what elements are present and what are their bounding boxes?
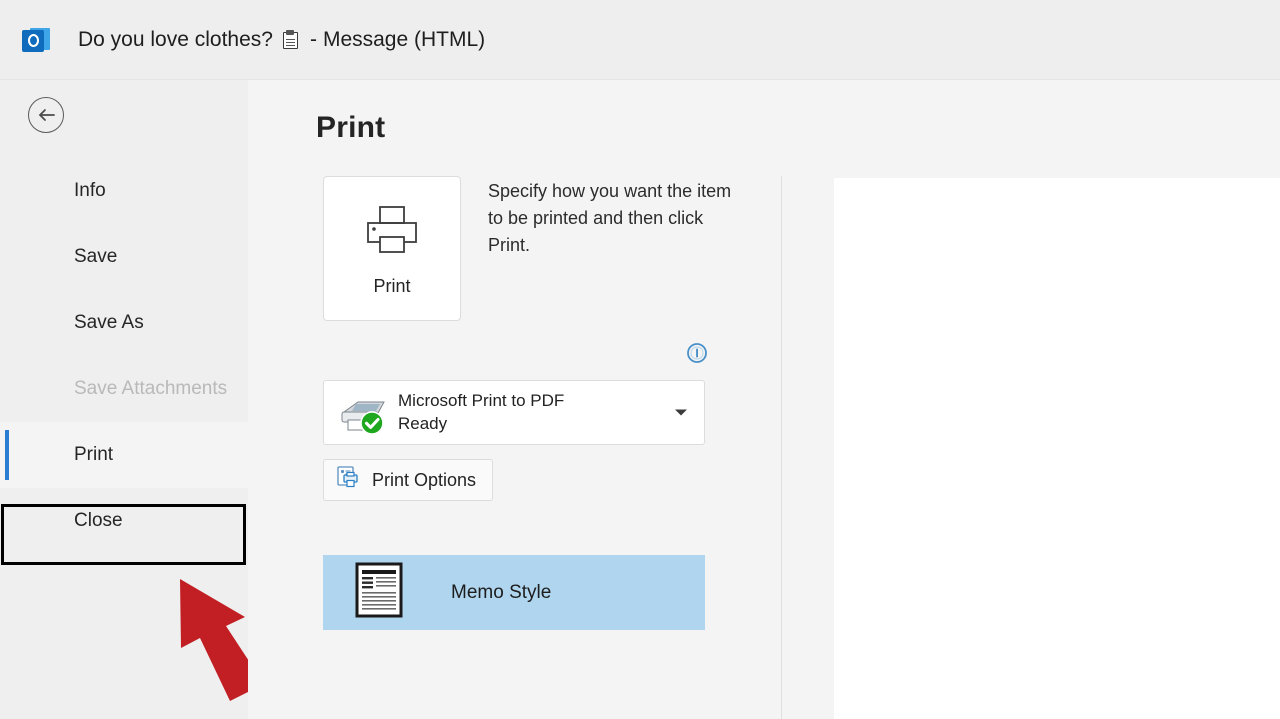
- print-preview-page: [834, 178, 1280, 719]
- printer-select[interactable]: Microsoft Print to PDF Ready: [323, 380, 705, 445]
- print-button[interactable]: Print: [323, 176, 461, 321]
- printer-ready-icon: [336, 390, 394, 436]
- printer-icon: [360, 201, 424, 262]
- back-arrow-icon[interactable]: [28, 97, 64, 133]
- window-title-subject: Do you love clothes?: [78, 27, 273, 51]
- sidebar-item-label: Save Attachments: [74, 378, 228, 399]
- page-title: Print: [316, 111, 386, 144]
- sidebar-item-label: Close: [74, 510, 123, 531]
- sidebar-item-save[interactable]: Save: [0, 224, 248, 290]
- sidebar-item-save-attachments: Save Attachments: [0, 356, 248, 422]
- window-title: Do you love clothes? - Message (HTML): [78, 28, 485, 52]
- sidebar-item-label: Print: [74, 444, 114, 465]
- sidebar-item-close[interactable]: Close: [0, 488, 248, 554]
- settings-item-label: Memo Style: [451, 581, 552, 603]
- outlook-backstage-print-screen: Do you love clothes? - Message (HTML) In…: [0, 0, 1280, 719]
- sidebar-item-print[interactable]: Print: [0, 422, 248, 488]
- clipboard-icon: [281, 29, 300, 50]
- sidebar-item-label: Save: [74, 246, 118, 267]
- panel-divider: [781, 176, 782, 719]
- printer-name: Microsoft Print to PDF: [398, 391, 565, 410]
- print-panel: Print Print Specify how you want the ite…: [248, 80, 1280, 719]
- chevron-down-icon[interactable]: [674, 404, 688, 422]
- settings-item-memo-style[interactable]: Memo Style: [323, 555, 705, 630]
- backstage-nav: Info Save Save As Save Attachments Print…: [0, 158, 248, 554]
- info-icon[interactable]: [686, 342, 708, 364]
- sidebar-item-label: Info: [74, 180, 106, 201]
- print-description: Specify how you want the item to be prin…: [488, 181, 732, 255]
- print-options-icon: [336, 465, 360, 495]
- print-options-button[interactable]: Print Options: [323, 459, 494, 501]
- print-button-label: Print: [373, 275, 411, 296]
- backstage-sidebar: Info Save Save As Save Attachments Print…: [0, 80, 264, 719]
- window-title-type: Message (HTML): [322, 27, 486, 51]
- title-bar: Do you love clothes? - Message (HTML): [0, 0, 1280, 80]
- sidebar-item-label: Save As: [74, 312, 144, 333]
- window-title-separator: -: [309, 27, 317, 51]
- sidebar-item-save-as[interactable]: Save As: [0, 290, 248, 356]
- printer-status: Ready: [398, 414, 448, 433]
- memo-style-icon: [355, 562, 403, 623]
- outlook-icon: [22, 26, 50, 54]
- sidebar-item-info[interactable]: Info: [0, 158, 248, 224]
- print-options-label: Print Options: [372, 469, 477, 490]
